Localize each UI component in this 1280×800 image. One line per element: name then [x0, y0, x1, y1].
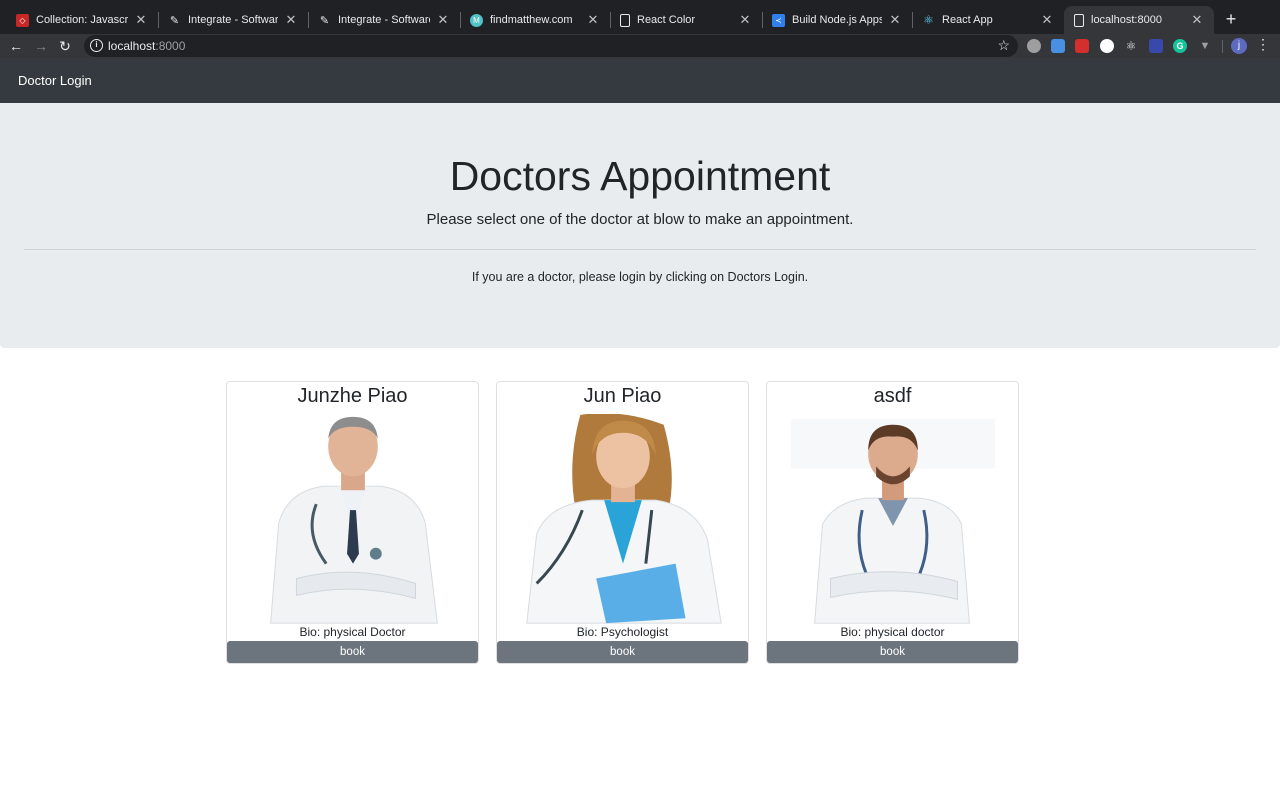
tab-label: localhost:8000: [1091, 14, 1162, 26]
doctor-login-link[interactable]: Doctor Login: [18, 73, 92, 88]
browser-tab[interactable]: ✎ Integrate - Software En ✕: [158, 6, 308, 34]
extension-icon[interactable]: [1051, 39, 1065, 53]
extension-icon[interactable]: [1027, 39, 1041, 53]
close-icon[interactable]: ✕: [738, 12, 752, 28]
url-port: :8000: [155, 39, 186, 53]
url-host: localhost: [108, 39, 156, 53]
profile-avatar[interactable]: j: [1231, 38, 1247, 54]
reload-icon[interactable]: ↻: [55, 36, 75, 56]
close-icon[interactable]: ✕: [1190, 12, 1204, 28]
toolbar-separator: [1222, 40, 1223, 53]
doctor-photo: [767, 414, 1018, 624]
page-icon: [620, 13, 630, 27]
codepen-icon: ◇: [16, 13, 29, 27]
hero-subtitle: Please select one of the doctor at blow …: [426, 211, 854, 228]
book-button[interactable]: book: [227, 641, 478, 663]
url-text: localhost:8000: [108, 39, 185, 53]
browser-tab[interactable]: ✎ Integrate - Software En ✕: [308, 6, 460, 34]
tab-label: Build Node.js Apps with: [792, 14, 882, 26]
doctor-card: Junzhe Piao Bio: physical Doctor book: [226, 381, 479, 664]
tab-label: Integrate - Software En: [338, 14, 430, 26]
back-arrow-icon[interactable]: ←: [6, 36, 26, 56]
doctor-name: asdf: [873, 385, 912, 407]
tab-label: findmatthew.com: [490, 14, 573, 26]
react-icon: ⚛: [923, 13, 934, 27]
doctor-bio: Bio: Psychologist: [576, 625, 669, 639]
tab-label: Integrate - Software En: [188, 14, 278, 26]
close-icon[interactable]: ✕: [284, 12, 298, 28]
close-icon[interactable]: ✕: [436, 12, 450, 28]
browser-tab-strip: ◇ Collection: Javascript | ✕ ✎ Integrate…: [0, 0, 1280, 34]
doctor-photo: [227, 414, 478, 624]
doctor-name: Jun Piao: [583, 385, 662, 407]
quill-icon: ✎: [169, 14, 180, 27]
vscode-icon: ≺: [772, 13, 785, 27]
close-icon[interactable]: ✕: [586, 12, 600, 28]
close-icon[interactable]: ✕: [1040, 12, 1054, 28]
close-icon[interactable]: ✕: [134, 12, 148, 28]
more-menu-icon[interactable]: ⋮: [1256, 36, 1270, 53]
doctor-login-note: If you are a doctor, please login by cli…: [471, 270, 809, 284]
vue-devtools-icon[interactable]: ▼: [1198, 39, 1212, 53]
info-icon[interactable]: i: [90, 39, 103, 52]
new-tab-icon[interactable]: +: [1222, 9, 1240, 30]
address-bar[interactable]: i localhost:8000 ☆: [84, 35, 1018, 57]
globe-icon: M: [470, 13, 483, 27]
grammarly-icon[interactable]: G: [1173, 39, 1187, 53]
divider: [24, 249, 1256, 250]
page-icon: [1074, 13, 1084, 27]
extension-icon[interactable]: [1100, 39, 1114, 53]
doctor-bio: Bio: physical doctor: [840, 625, 945, 639]
browser-tab[interactable]: ◇ Collection: Javascript | ✕: [6, 6, 158, 34]
doctor-name: Junzhe Piao: [297, 385, 408, 407]
extension-icon[interactable]: [1149, 39, 1163, 53]
browser-toolbar: ← → ↻ i localhost:8000 ☆ ⚛ G ▼ j ⋮: [0, 34, 1280, 58]
tab-label: React Color: [637, 14, 696, 26]
tab-label: Collection: Javascript |: [36, 14, 128, 26]
extension-icon[interactable]: [1075, 39, 1089, 53]
close-icon[interactable]: ✕: [888, 12, 902, 28]
tab-label: React App: [942, 14, 993, 26]
browser-tab[interactable]: React Color ✕: [610, 6, 762, 34]
browser-tab[interactable]: ⚛ React App ✕: [912, 6, 1064, 34]
doctor-photo: [497, 414, 748, 624]
forward-arrow-icon[interactable]: →: [31, 36, 51, 56]
book-button[interactable]: book: [497, 641, 748, 663]
browser-tab[interactable]: ≺ Build Node.js Apps with ✕: [762, 6, 912, 34]
doctor-card: asdf Bio: physical doctor book: [766, 381, 1019, 664]
browser-tab-active[interactable]: localhost:8000 ✕: [1064, 6, 1214, 34]
page-title: Doctors Appointment: [449, 153, 831, 199]
quill-icon: ✎: [319, 14, 330, 27]
doctor-card: Jun Piao Bio: Psychologist book: [496, 381, 749, 664]
app-navbar: Doctor Login: [0, 58, 1280, 103]
bookmark-star-icon[interactable]: ☆: [997, 37, 1010, 54]
browser-tab[interactable]: M findmatthew.com ✕: [460, 6, 610, 34]
book-button[interactable]: book: [767, 641, 1018, 663]
hero-jumbotron: Doctors Appointment Please select one of…: [0, 103, 1280, 348]
doctor-bio: Bio: physical Doctor: [299, 625, 406, 639]
react-devtools-icon[interactable]: ⚛: [1124, 39, 1138, 53]
